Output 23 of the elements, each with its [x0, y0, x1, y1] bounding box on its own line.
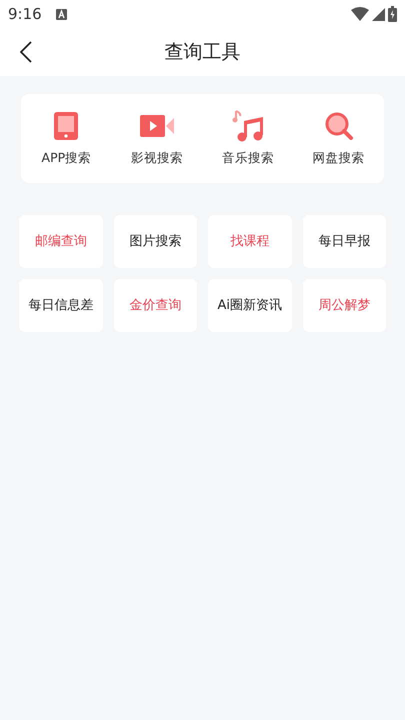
signal-icon	[372, 8, 385, 20]
search-tool-item[interactable]: 影视搜索	[112, 109, 202, 168]
back-icon	[20, 41, 32, 63]
search-tool-item[interactable]: 音乐搜索	[202, 109, 294, 168]
page-title: 查询工具	[164, 40, 240, 65]
tool-tile[interactable]: 每日信息差	[19, 279, 102, 332]
tool-tile[interactable]: Ai圈新资讯	[208, 279, 292, 332]
tool-tile[interactable]: 找课程	[208, 215, 292, 268]
status-time: 9:16	[8, 4, 42, 25]
tool-tile[interactable]: 金价查询	[114, 279, 197, 332]
wifi-icon	[351, 7, 369, 21]
tool-tile[interactable]: 周公解梦	[302, 279, 386, 332]
search-icon	[324, 111, 354, 142]
video-camera-icon	[139, 113, 176, 140]
tool-tile[interactable]: 每日早报	[302, 215, 386, 268]
tablet-icon	[53, 111, 80, 142]
search-tool-item[interactable]: APP搜索	[21, 109, 112, 168]
tool-tile[interactable]: 图片搜索	[114, 215, 197, 268]
battery-icon	[388, 6, 397, 22]
music-note-icon	[230, 109, 265, 144]
notification-icon	[56, 8, 67, 20]
tool-tile[interactable]: 邮编查询	[19, 215, 102, 268]
search-tool-item[interactable]: 网盘搜索	[293, 109, 384, 168]
